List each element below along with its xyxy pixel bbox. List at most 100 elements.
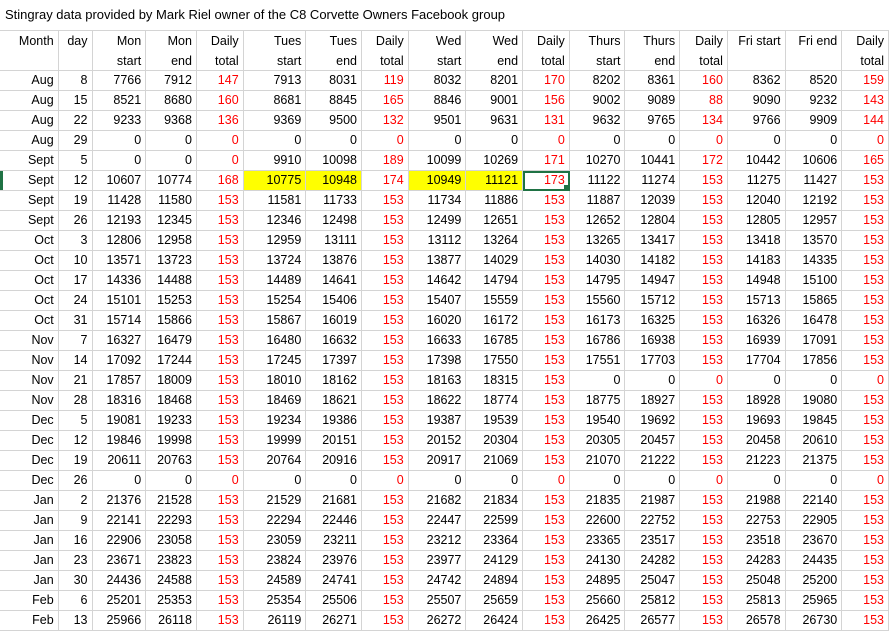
table-cell[interactable]: 11886 bbox=[466, 191, 524, 211]
table-cell[interactable]: 153 bbox=[361, 571, 409, 591]
table-cell[interactable]: 0 bbox=[306, 471, 362, 491]
table-cell[interactable]: 17398 bbox=[408, 351, 467, 371]
table-cell[interactable]: 24130 bbox=[569, 551, 626, 571]
table-cell[interactable]: 21069 bbox=[466, 451, 524, 471]
table-cell[interactable]: 20151 bbox=[306, 431, 362, 451]
table-cell[interactable]: 153 bbox=[842, 291, 889, 311]
table-cell[interactable]: 19999 bbox=[243, 431, 307, 451]
table-cell[interactable]: 23977 bbox=[408, 551, 467, 571]
table-cell[interactable]: 15559 bbox=[466, 291, 524, 311]
table-cell[interactable]: 153 bbox=[842, 491, 889, 511]
table-cell[interactable]: 30 bbox=[58, 571, 93, 591]
table-cell[interactable]: 0 bbox=[785, 131, 843, 151]
table-cell[interactable]: 153 bbox=[842, 311, 889, 331]
header-cell[interactable]: Mon end bbox=[146, 31, 197, 71]
table-cell[interactable]: 25200 bbox=[785, 571, 843, 591]
header-cell[interactable]: Wed end bbox=[466, 31, 524, 71]
table-cell[interactable]: 16019 bbox=[306, 311, 362, 331]
table-cell[interactable]: 0 bbox=[523, 471, 570, 491]
table-cell[interactable]: 153 bbox=[361, 251, 409, 271]
table-cell[interactable]: 23059 bbox=[243, 531, 307, 551]
table-cell[interactable]: 19692 bbox=[625, 411, 681, 431]
header-cell[interactable]: Daily total bbox=[523, 31, 570, 71]
table-cell[interactable]: Jan bbox=[0, 551, 59, 571]
table-cell[interactable]: 21834 bbox=[466, 491, 524, 511]
header-cell[interactable]: Month bbox=[0, 31, 59, 71]
table-cell[interactable]: 153 bbox=[196, 491, 244, 511]
table-cell[interactable]: 22294 bbox=[243, 511, 307, 531]
table-cell[interactable]: 24436 bbox=[92, 571, 147, 591]
table-cell[interactable]: 26272 bbox=[408, 611, 467, 631]
table-cell[interactable]: 8201 bbox=[466, 71, 524, 91]
table-cell[interactable]: 9632 bbox=[569, 111, 626, 131]
table-cell[interactable]: 9369 bbox=[243, 111, 307, 131]
table-cell[interactable]: 17092 bbox=[92, 351, 147, 371]
table-cell[interactable]: 153 bbox=[523, 551, 570, 571]
table-cell[interactable]: 9001 bbox=[466, 91, 524, 111]
table-cell[interactable]: 25812 bbox=[625, 591, 681, 611]
table-cell[interactable]: 11122 bbox=[569, 171, 626, 191]
table-cell[interactable]: 153 bbox=[680, 491, 728, 511]
table-cell[interactable]: 16938 bbox=[625, 331, 681, 351]
table-cell[interactable]: 153 bbox=[361, 231, 409, 251]
table-cell[interactable]: 0 bbox=[408, 471, 467, 491]
table-cell[interactable]: Oct bbox=[0, 231, 59, 251]
table-cell[interactable]: 23211 bbox=[306, 531, 362, 551]
table-cell[interactable]: Jan bbox=[0, 571, 59, 591]
table-cell[interactable]: 153 bbox=[361, 351, 409, 371]
table-cell[interactable]: 13112 bbox=[408, 231, 467, 251]
table-cell[interactable]: 13 bbox=[58, 611, 93, 631]
table-cell[interactable]: 16020 bbox=[408, 311, 467, 331]
table-cell[interactable]: 153 bbox=[842, 611, 889, 631]
table-cell[interactable]: 153 bbox=[842, 251, 889, 271]
table-cell[interactable]: 20611 bbox=[92, 451, 147, 471]
table-cell[interactable]: 9909 bbox=[785, 111, 843, 131]
table-cell[interactable]: 6 bbox=[58, 591, 93, 611]
table-cell[interactable]: 14488 bbox=[146, 271, 197, 291]
table-cell[interactable]: 15713 bbox=[727, 291, 786, 311]
table-cell[interactable]: 11580 bbox=[146, 191, 197, 211]
table-cell[interactable]: 16786 bbox=[569, 331, 626, 351]
table-cell[interactable]: 26577 bbox=[625, 611, 681, 631]
table-cell[interactable]: 23670 bbox=[785, 531, 843, 551]
table-cell[interactable]: 12345 bbox=[146, 211, 197, 231]
table-cell[interactable]: 159 bbox=[842, 71, 889, 91]
table-cell[interactable]: 132 bbox=[361, 111, 409, 131]
table-cell[interactable]: 17397 bbox=[306, 351, 362, 371]
table-cell[interactable]: 26578 bbox=[727, 611, 786, 631]
table-cell[interactable]: 18621 bbox=[306, 391, 362, 411]
spreadsheet-grid[interactable]: Month day Mon start Mon end Daily total Tues star… bbox=[0, 31, 889, 631]
table-cell[interactable]: 16172 bbox=[466, 311, 524, 331]
table-cell[interactable]: 22599 bbox=[466, 511, 524, 531]
table-cell[interactable]: 0 bbox=[842, 371, 889, 391]
table-cell[interactable]: 153 bbox=[680, 431, 728, 451]
table-cell[interactable]: 144 bbox=[842, 111, 889, 131]
table-cell[interactable]: 153 bbox=[842, 331, 889, 351]
table-cell[interactable]: 13723 bbox=[146, 251, 197, 271]
table-cell[interactable]: 20304 bbox=[466, 431, 524, 451]
table-cell[interactable]: 14794 bbox=[466, 271, 524, 291]
table-cell[interactable]: 9910 bbox=[243, 151, 307, 171]
table-cell[interactable]: 153 bbox=[196, 191, 244, 211]
table-cell[interactable]: 12498 bbox=[306, 211, 362, 231]
table-cell[interactable]: 14947 bbox=[625, 271, 681, 291]
table-cell[interactable]: 153 bbox=[680, 411, 728, 431]
table-cell[interactable]: 153 bbox=[680, 291, 728, 311]
table-cell[interactable]: 11887 bbox=[569, 191, 626, 211]
table-cell[interactable]: 153 bbox=[523, 391, 570, 411]
table-cell[interactable]: 24 bbox=[58, 291, 93, 311]
table-cell[interactable]: 153 bbox=[523, 451, 570, 471]
table-cell[interactable]: 26119 bbox=[243, 611, 307, 631]
table-cell[interactable]: 11427 bbox=[785, 171, 843, 191]
table-cell[interactable]: 0 bbox=[680, 471, 728, 491]
table-cell[interactable]: Oct bbox=[0, 311, 59, 331]
table-cell[interactable]: 153 bbox=[842, 571, 889, 591]
table-cell[interactable]: 153 bbox=[523, 231, 570, 251]
table-cell[interactable]: 18775 bbox=[569, 391, 626, 411]
table-cell[interactable]: 29 bbox=[58, 131, 93, 151]
table-cell[interactable]: 25965 bbox=[785, 591, 843, 611]
table-cell[interactable]: 153 bbox=[680, 611, 728, 631]
table-cell[interactable]: 21223 bbox=[727, 451, 786, 471]
table-cell[interactable]: 31 bbox=[58, 311, 93, 331]
table-cell[interactable]: 16633 bbox=[408, 331, 467, 351]
